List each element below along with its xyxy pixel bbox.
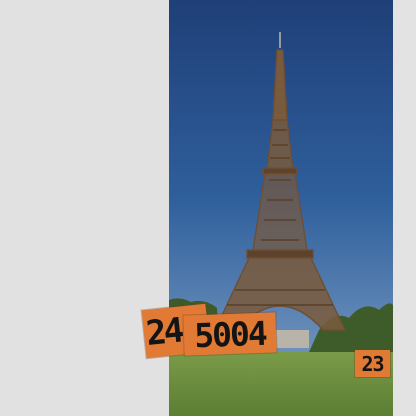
right-blank-strip [393,0,416,416]
left-blank-panel [0,0,169,416]
number-tag-5004: 5004 [183,312,277,356]
number-tag-23: 23 [355,350,390,377]
